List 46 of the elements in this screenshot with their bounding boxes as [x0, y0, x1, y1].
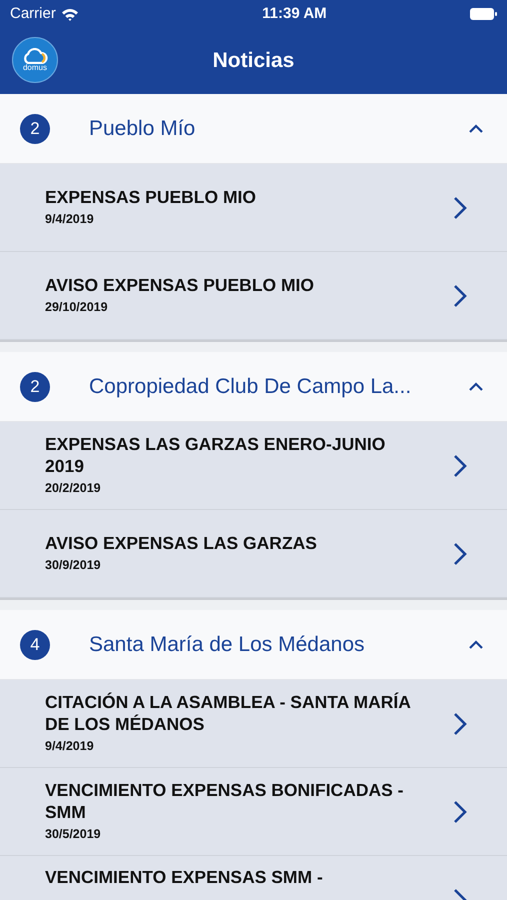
- news-row[interactable]: CITACIÓN A LA ASAMBLEA - SANTA MARÍA DE LOS MÉDANOS 9/4/2019: [0, 680, 507, 768]
- news-row[interactable]: VENCIMIENTO EXPENSAS SMM -: [0, 856, 507, 900]
- chevron-right-icon: [453, 542, 467, 566]
- news-date: 9/4/2019: [45, 211, 95, 228]
- logo-text: domus: [22, 64, 47, 72]
- chevron-up-icon: [469, 124, 483, 134]
- news-row[interactable]: AVISO EXPENSAS LAS GARZAS 30/9/2019: [0, 510, 507, 598]
- news-row[interactable]: AVISO EXPENSAS PUEBLO MIO 29/10/2019: [0, 252, 507, 340]
- group-title: Santa María de Los Médanos: [89, 632, 366, 658]
- news-date: 9/4/2019: [45, 738, 95, 756]
- news-date: 30/5/2019: [45, 826, 102, 844]
- battery-icon: [470, 8, 497, 20]
- chevron-right-icon: [453, 284, 467, 308]
- news-title: AVISO EXPENSAS LAS GARZAS: [45, 532, 318, 554]
- news-title: AVISO EXPENSAS PUEBLO MIO: [45, 274, 316, 296]
- news-title: EXPENSAS LAS GARZAS ENERO-JUNIO 2019: [45, 433, 386, 478]
- news-row[interactable]: VENCIMIENTO EXPENSAS BONIFICADAS - SMM 30/5/2019: [0, 768, 507, 856]
- news-date: 20/2/2019: [45, 480, 102, 498]
- news-date: 29/10/2019: [45, 299, 109, 316]
- count-badge: 2: [20, 114, 50, 144]
- count-badge: 2: [20, 372, 50, 402]
- cloud-icon: [22, 48, 48, 64]
- carrier-label: Carrier: [10, 4, 56, 24]
- news-title: VENCIMIENTO EXPENSAS BONIFICADAS - SMM: [45, 779, 404, 824]
- news-title: VENCIMIENTO EXPENSAS SMM -: [45, 866, 324, 888]
- group-title: Copropiedad Club De Campo La...: [89, 374, 412, 400]
- chevron-right-icon: [453, 454, 467, 478]
- chevron-right-icon: [453, 800, 467, 824]
- news-row[interactable]: EXPENSAS PUEBLO MIO 9/4/2019: [0, 164, 507, 252]
- chevron-right-icon: [453, 712, 467, 736]
- chevron-right-icon: [453, 196, 467, 220]
- news-row[interactable]: EXPENSAS LAS GARZAS ENERO-JUNIO 2019 20/2/2019: [0, 422, 507, 510]
- app-logo[interactable]: domus: [12, 37, 58, 83]
- news-title: CITACIÓN A LA ASAMBLEA - SANTA MARÍA DE LOS MÉDANOS: [45, 691, 412, 736]
- wifi-icon: [60, 8, 79, 20]
- group-header[interactable]: 2 Copropiedad Club De Campo La...: [0, 352, 507, 422]
- group-title: Pueblo Mío: [89, 116, 196, 142]
- count-badge: 4: [20, 630, 50, 660]
- group-header[interactable]: 2 Pueblo Mío: [0, 94, 507, 164]
- clock: 11:39 AM: [262, 4, 327, 24]
- news-date: 30/9/2019: [45, 557, 102, 574]
- group-header[interactable]: 4 Santa María de Los Médanos: [0, 610, 507, 680]
- news-title: EXPENSAS PUEBLO MIO: [45, 186, 258, 208]
- chevron-up-icon: [469, 640, 483, 650]
- screen-title: Noticias: [212, 48, 294, 74]
- chevron-up-icon: [469, 382, 483, 392]
